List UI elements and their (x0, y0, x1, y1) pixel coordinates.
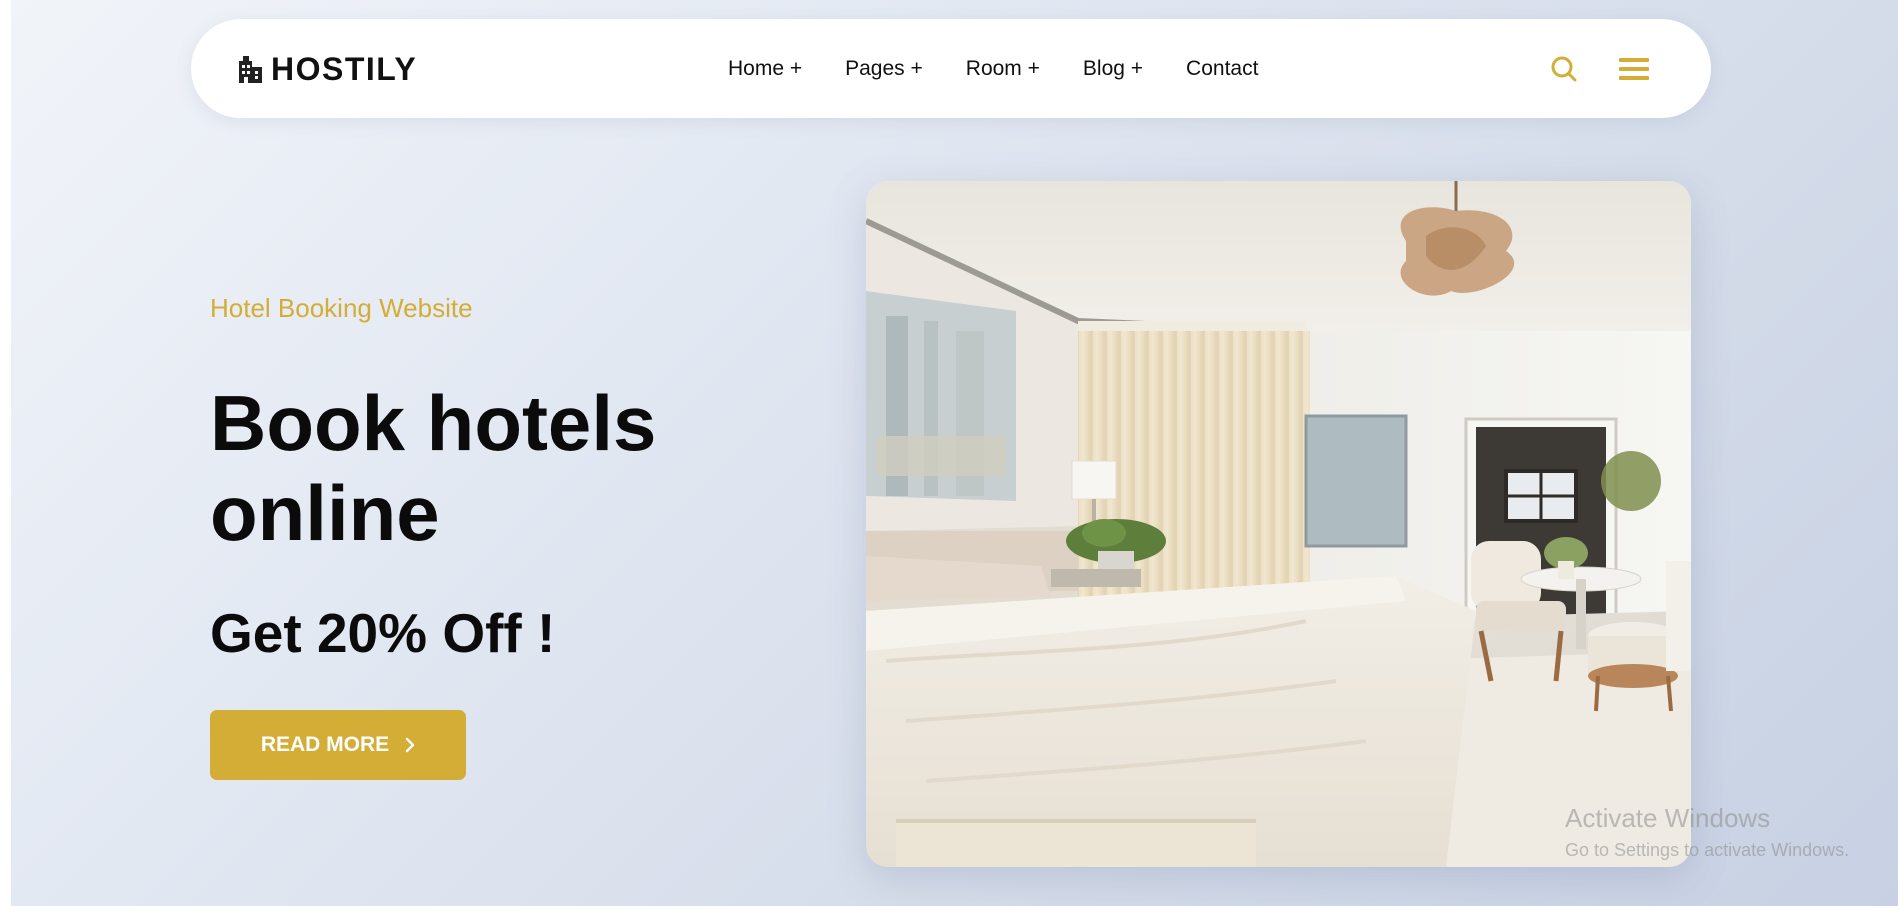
hero-title-line-1: Book hotels (210, 379, 657, 467)
offer-heading: Get 20% Off ! (210, 602, 556, 664)
hero-eyebrow: Hotel Booking Website (210, 293, 473, 323)
building-icon (237, 55, 263, 83)
nav-item-home[interactable]: Home + (728, 57, 802, 81)
hero-title: Book hotels online (210, 378, 770, 558)
read-more-button[interactable]: READ MORE (210, 710, 466, 780)
read-more-label: READ MORE (260, 733, 390, 756)
nav-actions (1549, 19, 1649, 118)
nav-item-blog[interactable]: Blog + (1083, 57, 1143, 81)
page: HOSTILY Home + Pages + Room + Blog + Con… (11, 0, 1898, 906)
search-icon[interactable] (1549, 54, 1579, 84)
nav-item-room[interactable]: Room + (966, 57, 1040, 81)
nav-item-pages[interactable]: Pages + (845, 57, 923, 81)
hotel-bedroom-photo (866, 181, 1691, 867)
chevron-right-icon (405, 737, 415, 753)
brand-logo[interactable]: HOSTILY (237, 49, 417, 89)
brand-name: HOSTILY (271, 50, 418, 87)
navbar: HOSTILY Home + Pages + Room + Blog + Con… (191, 19, 1711, 118)
main-nav: Home + Pages + Room + Blog + Contact (728, 19, 1258, 118)
nav-item-contact[interactable]: Contact (1186, 57, 1258, 81)
hero-title-line-2: online (210, 469, 440, 557)
hamburger-menu-icon[interactable] (1619, 54, 1649, 84)
